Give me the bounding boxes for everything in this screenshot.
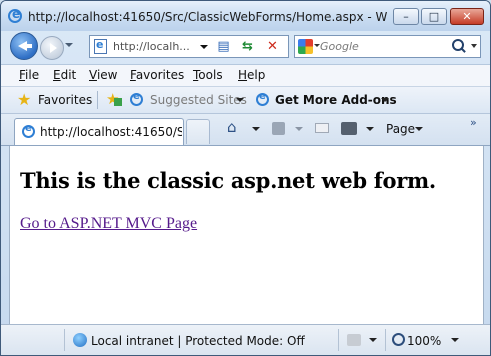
- refresh-icon[interactable]: ⇆: [238, 38, 257, 55]
- feeds-icon[interactable]: [272, 122, 285, 135]
- compat-view-icon[interactable]: ▤: [214, 38, 233, 55]
- tab-active[interactable]: http://localhost:41650/S...: [14, 118, 184, 145]
- close-button[interactable]: ✕: [450, 8, 484, 25]
- google-icon[interactable]: [298, 39, 313, 54]
- home-icon[interactable]: ⌂: [227, 120, 237, 135]
- zoom-icon[interactable]: [392, 333, 405, 346]
- forward-button[interactable]: [40, 36, 64, 60]
- menu-tools[interactable]: Tools: [193, 68, 223, 82]
- menu-edit[interactable]: Edit: [53, 68, 76, 82]
- favorites-button[interactable]: Favorites: [38, 93, 92, 107]
- menu-file[interactable]: File: [19, 68, 39, 82]
- page-heading: This is the classic asp.net web form.: [20, 168, 436, 193]
- home-dropdown-icon[interactable]: [252, 127, 260, 131]
- feeds-dropdown-icon[interactable]: [295, 127, 303, 131]
- add-ons-dropdown-icon[interactable]: [381, 98, 389, 102]
- globe-icon: [73, 333, 87, 347]
- address-bar[interactable]: http://localh... ▤ ⇆ ✕: [89, 35, 289, 58]
- browser-window: http://localhost:41650/Src/ClassicWebFor…: [0, 0, 491, 356]
- menu-help[interactable]: Help: [238, 68, 265, 82]
- tab-bar: http://localhost:41650/S... ⌂ Page »: [1, 114, 490, 146]
- minimize-button[interactable]: –: [393, 8, 419, 25]
- page-icon: [94, 38, 107, 54]
- protected-mode-dropdown-icon[interactable]: [369, 338, 377, 342]
- star-icon[interactable]: ★: [17, 92, 31, 108]
- page-dropdown-icon[interactable]: [415, 127, 423, 131]
- window-title: http://localhost:41650/Src/ClassicWebFor…: [28, 10, 388, 24]
- search-options-dropdown-icon[interactable]: [471, 44, 477, 48]
- tab-page-icon: [22, 123, 35, 138]
- status-separator: [385, 329, 386, 351]
- suggested-sites-icon: [130, 91, 143, 106]
- add-favorite-icon[interactable]: ★: [106, 92, 123, 107]
- ie-logo-icon: [8, 7, 22, 23]
- status-separator: [338, 329, 339, 351]
- address-dropdown-icon[interactable]: [200, 45, 208, 49]
- tab-title: http://localhost:41650/S...: [40, 125, 182, 139]
- print-dropdown-icon[interactable]: [366, 127, 374, 131]
- title-bar: http://localhost:41650/Src/ClassicWebFor…: [1, 1, 490, 31]
- menu-bar: File Edit View Favorites Tools Help: [1, 64, 490, 87]
- stop-icon[interactable]: ✕: [263, 38, 282, 55]
- mail-icon[interactable]: [315, 123, 329, 133]
- recent-pages-dropdown[interactable]: [65, 43, 73, 47]
- address-input[interactable]: http://localh...: [113, 40, 198, 53]
- navigation-bar: http://localh... ▤ ⇆ ✕ Google: [1, 31, 490, 62]
- status-separator: [64, 329, 65, 351]
- back-button[interactable]: [10, 32, 38, 60]
- search-icon[interactable]: [451, 39, 467, 54]
- menu-view[interactable]: View: [89, 68, 117, 82]
- search-box[interactable]: Google: [294, 35, 481, 58]
- zoom-level[interactable]: 100%: [407, 334, 441, 348]
- get-add-ons-link[interactable]: Get More Add-ons: [275, 93, 397, 107]
- print-icon[interactable]: [341, 122, 357, 135]
- command-bar-overflow-chevron[interactable]: »: [470, 116, 477, 129]
- favorites-separator: [97, 91, 98, 109]
- favorites-bar: ★ Favorites ★ Suggested Sites Get More A…: [1, 87, 490, 114]
- add-ons-icon: [256, 91, 269, 106]
- menu-favorites[interactable]: Favorites: [130, 68, 184, 82]
- suggested-sites-dropdown-icon[interactable]: [236, 98, 244, 102]
- security-zone-status[interactable]: Local intranet | Protected Mode: Off: [91, 334, 305, 348]
- page-content: This is the classic asp.net web form. Go…: [9, 146, 484, 324]
- mvc-page-link[interactable]: Go to ASP.NET MVC Page: [20, 215, 197, 233]
- new-tab-button[interactable]: [186, 119, 210, 144]
- zoom-dropdown-icon[interactable]: [451, 338, 459, 342]
- page-menu[interactable]: Page: [386, 122, 415, 136]
- maximize-button[interactable]: □: [421, 8, 447, 25]
- search-input[interactable]: Google: [320, 40, 359, 53]
- lock-icon[interactable]: [347, 334, 361, 346]
- status-bar: Local intranet | Protected Mode: Off 100…: [1, 324, 490, 355]
- suggested-sites-link[interactable]: Suggested Sites: [150, 93, 247, 107]
